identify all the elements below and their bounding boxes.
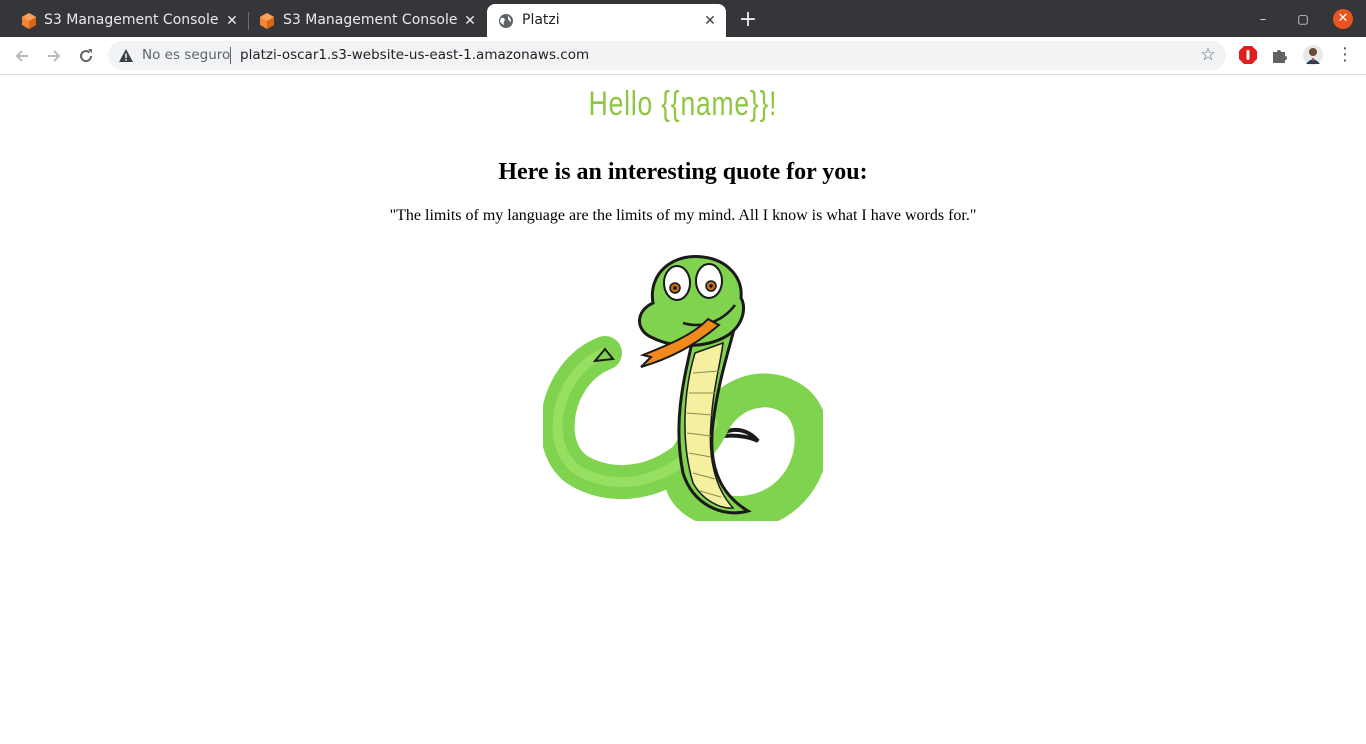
forward-button[interactable]: [42, 44, 66, 68]
browser-toolbar: No es seguro platzi-oscar1.s3-website-us…: [0, 37, 1366, 75]
tab-s3-console-2[interactable]: S3 Management Console ✕: [248, 4, 488, 37]
cartoon-snake-image: [543, 255, 823, 521]
maximize-button[interactable]: ▢: [1293, 9, 1313, 29]
tab-close-icon[interactable]: ✕: [462, 13, 478, 29]
back-button[interactable]: [10, 44, 34, 68]
quote-heading: Here is an interesting quote for you:: [498, 159, 868, 185]
quote-text: "The limits of my language are the limit…: [389, 207, 977, 224]
extensions-puzzle-icon[interactable]: [1269, 44, 1291, 66]
warning-icon[interactable]: [118, 48, 134, 64]
reload-button[interactable]: [74, 44, 98, 68]
arrow-right-icon: [48, 50, 61, 62]
tab-s3-console-1[interactable]: S3 Management Console ✕: [8, 4, 248, 37]
tab-strip: S3 Management Console ✕ S3 Management Co…: [0, 0, 1366, 37]
arrow-left-icon: [15, 50, 28, 62]
browser-menu-icon[interactable]: ⋮: [1336, 44, 1354, 66]
adblock-extension-icon[interactable]: [1237, 44, 1259, 66]
tab-title: S3 Management Console: [283, 12, 458, 28]
new-tab-button[interactable]: +: [738, 9, 758, 31]
aws-s3-icon: [260, 13, 274, 29]
aws-s3-icon: [22, 13, 36, 29]
greeting-heading: Hello {{name}}!: [588, 85, 778, 123]
tab-close-icon[interactable]: ✕: [224, 13, 240, 29]
url-text[interactable]: platzi-oscar1.s3-website-us-east-1.amazo…: [240, 47, 589, 63]
tab-title: S3 Management Console: [44, 12, 219, 28]
reload-icon: [80, 49, 93, 63]
page-content: Hello {{name}}! Here is an interesting q…: [0, 75, 1366, 744]
address-bar[interactable]: No es seguro platzi-oscar1.s3-website-us…: [108, 41, 1226, 70]
security-status-label[interactable]: No es seguro: [142, 47, 230, 63]
window-close-button[interactable]: ✕: [1333, 9, 1353, 29]
omnibox-divider: [230, 47, 231, 64]
globe-icon: [499, 14, 513, 28]
tab-platzi[interactable]: Platzi ✕: [487, 4, 726, 37]
minimize-button[interactable]: –: [1253, 9, 1273, 29]
tab-title: Platzi: [522, 12, 560, 28]
profile-avatar[interactable]: [1302, 44, 1324, 66]
bookmark-star-icon[interactable]: ☆: [1198, 45, 1218, 65]
tab-close-icon[interactable]: ✕: [702, 13, 718, 29]
